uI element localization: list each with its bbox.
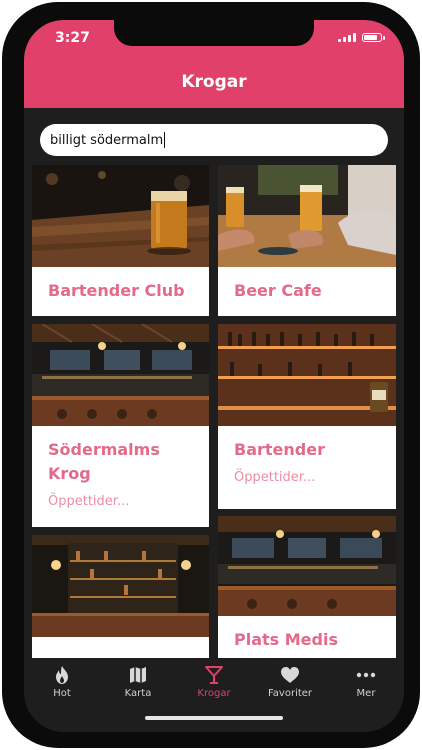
bar-card[interactable] (32, 535, 209, 658)
tab-label: Hot (53, 688, 71, 699)
cocktail-icon (205, 666, 223, 684)
bar-card-image (32, 535, 209, 637)
bar-card-image (218, 324, 396, 426)
bar-card-name: Bartender (234, 440, 325, 459)
bar-card[interactable]: Bartender Öppettider... (218, 324, 396, 509)
bar-card-image (218, 165, 396, 267)
heart-icon (281, 667, 299, 683)
more-icon (356, 672, 376, 678)
tab-mer[interactable]: Mer (328, 664, 404, 699)
tab-krogar[interactable]: Krogar (176, 664, 252, 699)
bar-card-name: Södermalms Krog (48, 440, 160, 483)
bar-card-hours: Öppettider... (234, 470, 316, 485)
map-icon (130, 667, 146, 683)
tab-label: Krogar (197, 688, 231, 699)
bar-card[interactable]: Plats Medis (218, 516, 396, 658)
tab-hot[interactable]: Hot (24, 664, 100, 699)
tab-label: Karta (124, 688, 152, 699)
tab-bar: Hot Karta Krogar Favoriter Mer (24, 658, 404, 732)
bar-card-image (32, 324, 209, 426)
bar-grid: Bartender Club Beer Cafe Södermalms Krog… (24, 20, 404, 732)
bar-card-image (218, 516, 396, 616)
home-indicator[interactable] (145, 716, 283, 720)
bar-card-name: Beer Cafe (234, 281, 322, 300)
bar-card[interactable]: Beer Cafe (218, 165, 396, 316)
tab-label: Mer (356, 688, 376, 699)
bar-card-hours: Öppettider... (48, 494, 130, 509)
bar-card[interactable]: Södermalms Krog Öppettider... (32, 324, 209, 527)
app-screen: 3:27 Krogar billigt södermalm Bartender … (24, 20, 404, 732)
bar-card-name: Plats Medis (234, 630, 338, 649)
tab-favoriter[interactable]: Favoriter (252, 664, 328, 699)
bar-card-image (32, 165, 209, 267)
tab-label: Favoriter (267, 688, 313, 699)
bar-card[interactable]: Bartender Club (32, 165, 209, 316)
tab-karta[interactable]: Karta (100, 664, 176, 699)
flame-icon (56, 666, 68, 684)
phone-frame: 3:27 Krogar billigt södermalm Bartender … (2, 2, 420, 748)
bar-card-name: Bartender Club (48, 281, 185, 300)
